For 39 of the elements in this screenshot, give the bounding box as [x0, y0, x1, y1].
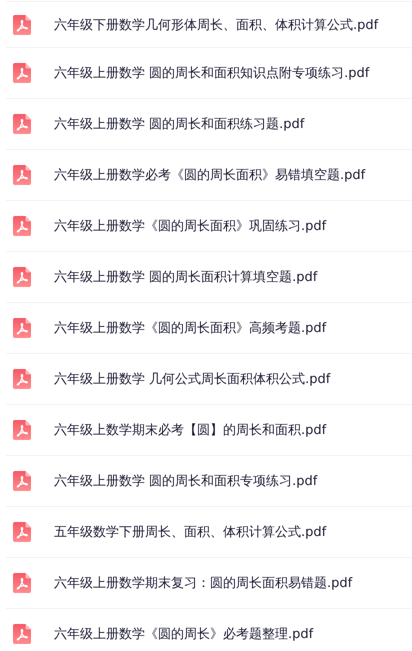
pdf-file-icon [13, 165, 31, 185]
pdf-file-icon [13, 420, 31, 440]
pdf-file-icon [13, 318, 31, 338]
file-name: 六年级上册数学《圆的周长面积》高频考题.pdf [54, 320, 326, 337]
file-name: 六年级上册数学 圆的周长和面积练习题.pdf [54, 116, 304, 133]
file-item[interactable]: 五年级数学下册周长、面积、体积计算公式.pdf [6, 507, 412, 558]
pdf-file-icon [13, 471, 31, 491]
file-name: 六年级上册数学《圆的周长》必考题整理.pdf [54, 626, 314, 643]
file-item[interactable]: 六年级上册数学《圆的周长面积》巩固练习.pdf [6, 201, 412, 252]
file-item[interactable]: 六年级上册数学必考《圆的周长面积》易错填空题.pdf [6, 150, 412, 201]
pdf-file-icon [13, 624, 31, 644]
file-item[interactable]: 六年级上册数学 圆的周长和面积练习题.pdf [6, 99, 412, 150]
file-item[interactable]: 六年级上册数学《圆的周长》必考题整理.pdf [6, 609, 412, 651]
pdf-file-icon [13, 522, 31, 542]
file-name: 六年级下册数学几何形体周长、面积、体积计算公式.pdf [54, 16, 378, 34]
file-item[interactable]: 六年级上册数学《圆的周长面积》高频考题.pdf [6, 303, 412, 354]
file-name: 六年级上册数学期末复习：圆的周长面积易错题.pdf [54, 575, 352, 592]
pdf-file-icon [13, 216, 31, 236]
pdf-file-icon [13, 573, 31, 593]
file-name: 六年级上数学期末必考【圆】的周长和面积.pdf [54, 422, 326, 439]
file-item[interactable]: 六年级上册数学 几何公式周长面积体积公式.pdf [6, 354, 412, 405]
file-name: 五年级数学下册周长、面积、体积计算公式.pdf [54, 524, 326, 541]
file-name: 六年级上册数学 圆的周长和面积知识点附专项练习.pdf [54, 65, 370, 82]
file-name: 六年级上册数学 圆的周长面积计算填空题.pdf [54, 269, 318, 286]
file-item[interactable]: 六年级上册数学 圆的周长面积计算填空题.pdf [6, 252, 412, 303]
pdf-file-icon [13, 114, 31, 134]
file-item[interactable]: 六年级上册数学 圆的周长和面积专项练习.pdf [6, 456, 412, 507]
file-name: 六年级上册数学必考《圆的周长面积》易错填空题.pdf [54, 167, 366, 184]
file-item[interactable]: 六年级下册数学几何形体周长、面积、体积计算公式.pdf [6, 2, 412, 48]
pdf-file-icon [13, 14, 31, 34]
file-name: 六年级上册数学 圆的周长和面积专项练习.pdf [54, 473, 318, 490]
file-item[interactable]: 六年级上数学期末必考【圆】的周长和面积.pdf [6, 405, 412, 456]
pdf-file-icon [13, 267, 31, 287]
pdf-file-icon [13, 369, 31, 389]
file-item[interactable]: 六年级上册数学期末复习：圆的周长面积易错题.pdf [6, 558, 412, 609]
file-name: 六年级上册数学 几何公式周长面积体积公式.pdf [54, 371, 330, 388]
file-item[interactable]: 六年级上册数学 圆的周长和面积知识点附专项练习.pdf [6, 48, 412, 99]
pdf-file-icon [13, 63, 31, 83]
file-name: 六年级上册数学《圆的周长面积》巩固练习.pdf [54, 218, 326, 235]
